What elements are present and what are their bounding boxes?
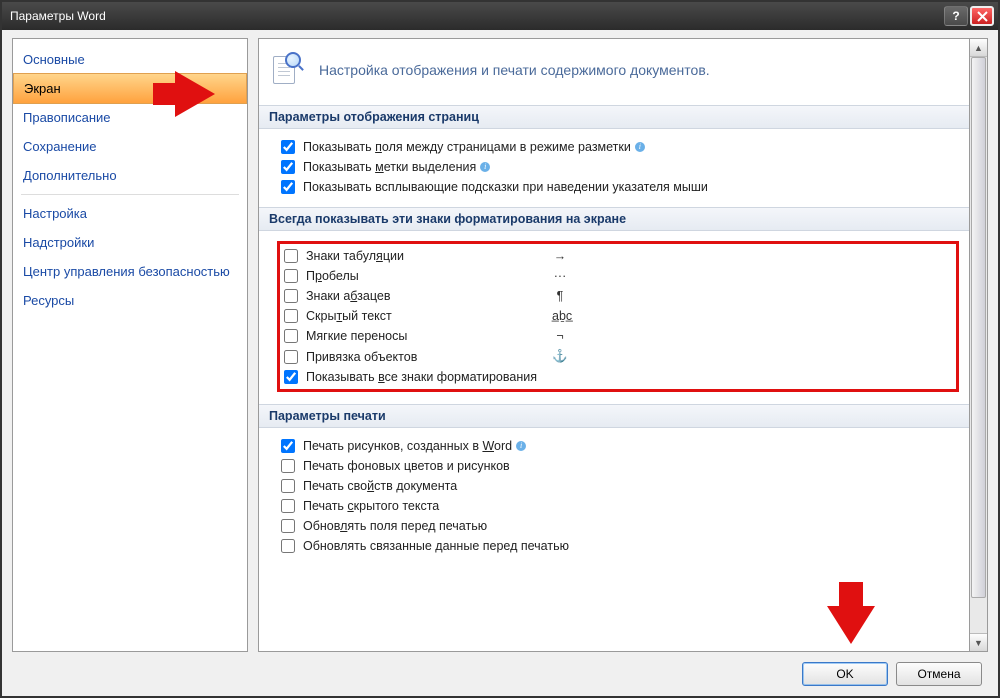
option-row: Мягкие переносы ¬ — [284, 326, 952, 346]
sidebar-item[interactable]: Центр управления безопасностью — [13, 257, 247, 286]
cancel-button[interactable]: Отмена — [896, 662, 982, 686]
format-mark-symbol: ··· — [552, 269, 568, 283]
category-sidebar: ОсновныеЭкранПравописаниеСохранениеДопол… — [12, 38, 248, 652]
option-label: Обновлять поля перед печатью — [303, 519, 487, 533]
option-label: Печать рисунков, созданных в Word — [303, 439, 512, 453]
option-checkbox[interactable] — [281, 140, 295, 154]
section-print-header: Параметры печати — [259, 404, 969, 428]
option-label: Печать скрытого текста — [303, 499, 439, 513]
option-label: Обновлять связанные данные перед печатью — [303, 539, 569, 553]
info-icon: i — [480, 162, 490, 172]
option-label: Знаки табуляции — [306, 249, 546, 263]
section-display-header: Параметры отображения страниц — [259, 105, 969, 129]
option-label: Пробелы — [306, 269, 546, 283]
content-pane: Настройка отображения и печати содержимо… — [258, 38, 970, 652]
option-checkbox[interactable] — [281, 499, 295, 513]
dialog-buttons: OK Отмена — [12, 652, 988, 686]
window-title: Параметры Word — [10, 9, 942, 23]
option-label: Показывать все знаки форматирования — [306, 370, 546, 384]
sidebar-item[interactable]: Надстройки — [13, 228, 247, 257]
option-row: Показывать метки выделения i — [281, 157, 955, 177]
option-checkbox[interactable] — [281, 160, 295, 174]
option-checkbox[interactable] — [284, 289, 298, 303]
option-checkbox[interactable] — [284, 350, 298, 364]
format-mark-symbol: a̲ḇc̲ — [552, 309, 568, 323]
option-label: Печать фоновых цветов и рисунков — [303, 459, 510, 473]
scroll-thumb[interactable] — [971, 57, 986, 598]
option-row: Показывать все знаки форматирования — [284, 367, 952, 387]
option-label: Печать свойств документа — [303, 479, 457, 493]
option-row: Знаки абзацев ¶ — [284, 286, 952, 306]
option-label: Скрытый текст — [306, 309, 546, 323]
scroll-up-button[interactable]: ▲ — [970, 39, 987, 57]
option-checkbox[interactable] — [281, 459, 295, 473]
format-mark-symbol: ¶ — [552, 289, 568, 303]
option-label: Показывать всплывающие подсказки при нав… — [303, 180, 708, 194]
section-print-body: Печать рисунков, созданных в WordiПечать… — [259, 428, 969, 566]
page-heading: Настройка отображения и печати содержимо… — [259, 39, 969, 105]
option-checkbox[interactable] — [281, 479, 295, 493]
option-checkbox[interactable] — [281, 180, 295, 194]
page-heading-text: Настройка отображения и печати содержимо… — [319, 62, 710, 78]
ok-button[interactable]: OK — [802, 662, 888, 686]
option-row: Печать фоновых цветов и рисунков — [281, 456, 955, 476]
info-icon: i — [516, 441, 526, 451]
option-row: Пробелы ··· — [284, 266, 952, 286]
option-row: Показывать поля между страницами в режим… — [281, 137, 955, 157]
sidebar-item[interactable]: Дополнительно — [13, 161, 247, 190]
close-button[interactable] — [970, 6, 994, 26]
magnifier-page-icon — [273, 53, 307, 87]
option-row: Печать скрытого текста — [281, 496, 955, 516]
option-label: Знаки абзацев — [306, 289, 546, 303]
info-icon: i — [635, 142, 645, 152]
sidebar-item[interactable]: Сохранение — [13, 132, 247, 161]
option-label: Показывать метки выделения — [303, 160, 476, 174]
option-checkbox[interactable] — [281, 539, 295, 553]
sidebar-separator — [21, 194, 239, 195]
sidebar-item[interactable]: Настройка — [13, 199, 247, 228]
help-button[interactable]: ? — [944, 6, 968, 26]
option-row: Обновлять связанные данные перед печатью — [281, 536, 955, 556]
format-mark-symbol: → — [552, 249, 568, 263]
option-row: Знаки табуляции → — [284, 246, 952, 266]
sidebar-item[interactable]: Ресурсы — [13, 286, 247, 315]
highlighted-marks-box: Знаки табуляции → Пробелы ··· Знаки абзацев ¶… — [277, 241, 959, 392]
option-checkbox[interactable] — [281, 519, 295, 533]
section-marks-body: Знаки табуляции → Пробелы ··· Знаки абзацев ¶… — [259, 231, 969, 404]
format-mark-symbol: ⚓ — [552, 349, 568, 364]
format-mark-symbol: ¬ — [552, 329, 568, 343]
section-display-body: Показывать поля между страницами в режим… — [259, 129, 969, 207]
option-checkbox[interactable] — [284, 309, 298, 323]
option-row: Скрытый текст a̲ḇc̲ — [284, 306, 952, 326]
option-label: Показывать поля между страницами в режим… — [303, 140, 631, 154]
scroll-track[interactable] — [970, 57, 987, 633]
option-label: Мягкие переносы — [306, 329, 546, 343]
option-row: Обновлять поля перед печатью — [281, 516, 955, 536]
option-checkbox[interactable] — [284, 329, 298, 343]
option-checkbox[interactable] — [284, 249, 298, 263]
titlebar: Параметры Word ? — [2, 2, 998, 30]
option-checkbox[interactable] — [281, 439, 295, 453]
option-label: Привязка объектов — [306, 350, 546, 364]
option-checkbox[interactable] — [284, 370, 298, 384]
option-row: Печать свойств документа — [281, 476, 955, 496]
annotation-arrow-down — [825, 582, 877, 649]
option-row: Показывать всплывающие подсказки при нав… — [281, 177, 955, 197]
scroll-down-button[interactable]: ▼ — [970, 633, 987, 651]
option-row: Привязка объектов ⚓ — [284, 346, 952, 367]
section-marks-header: Всегда показывать эти знаки форматирован… — [259, 207, 969, 231]
option-row: Печать рисунков, созданных в Word i — [281, 436, 955, 456]
vertical-scrollbar[interactable]: ▲ ▼ — [970, 38, 988, 652]
option-checkbox[interactable] — [284, 269, 298, 283]
